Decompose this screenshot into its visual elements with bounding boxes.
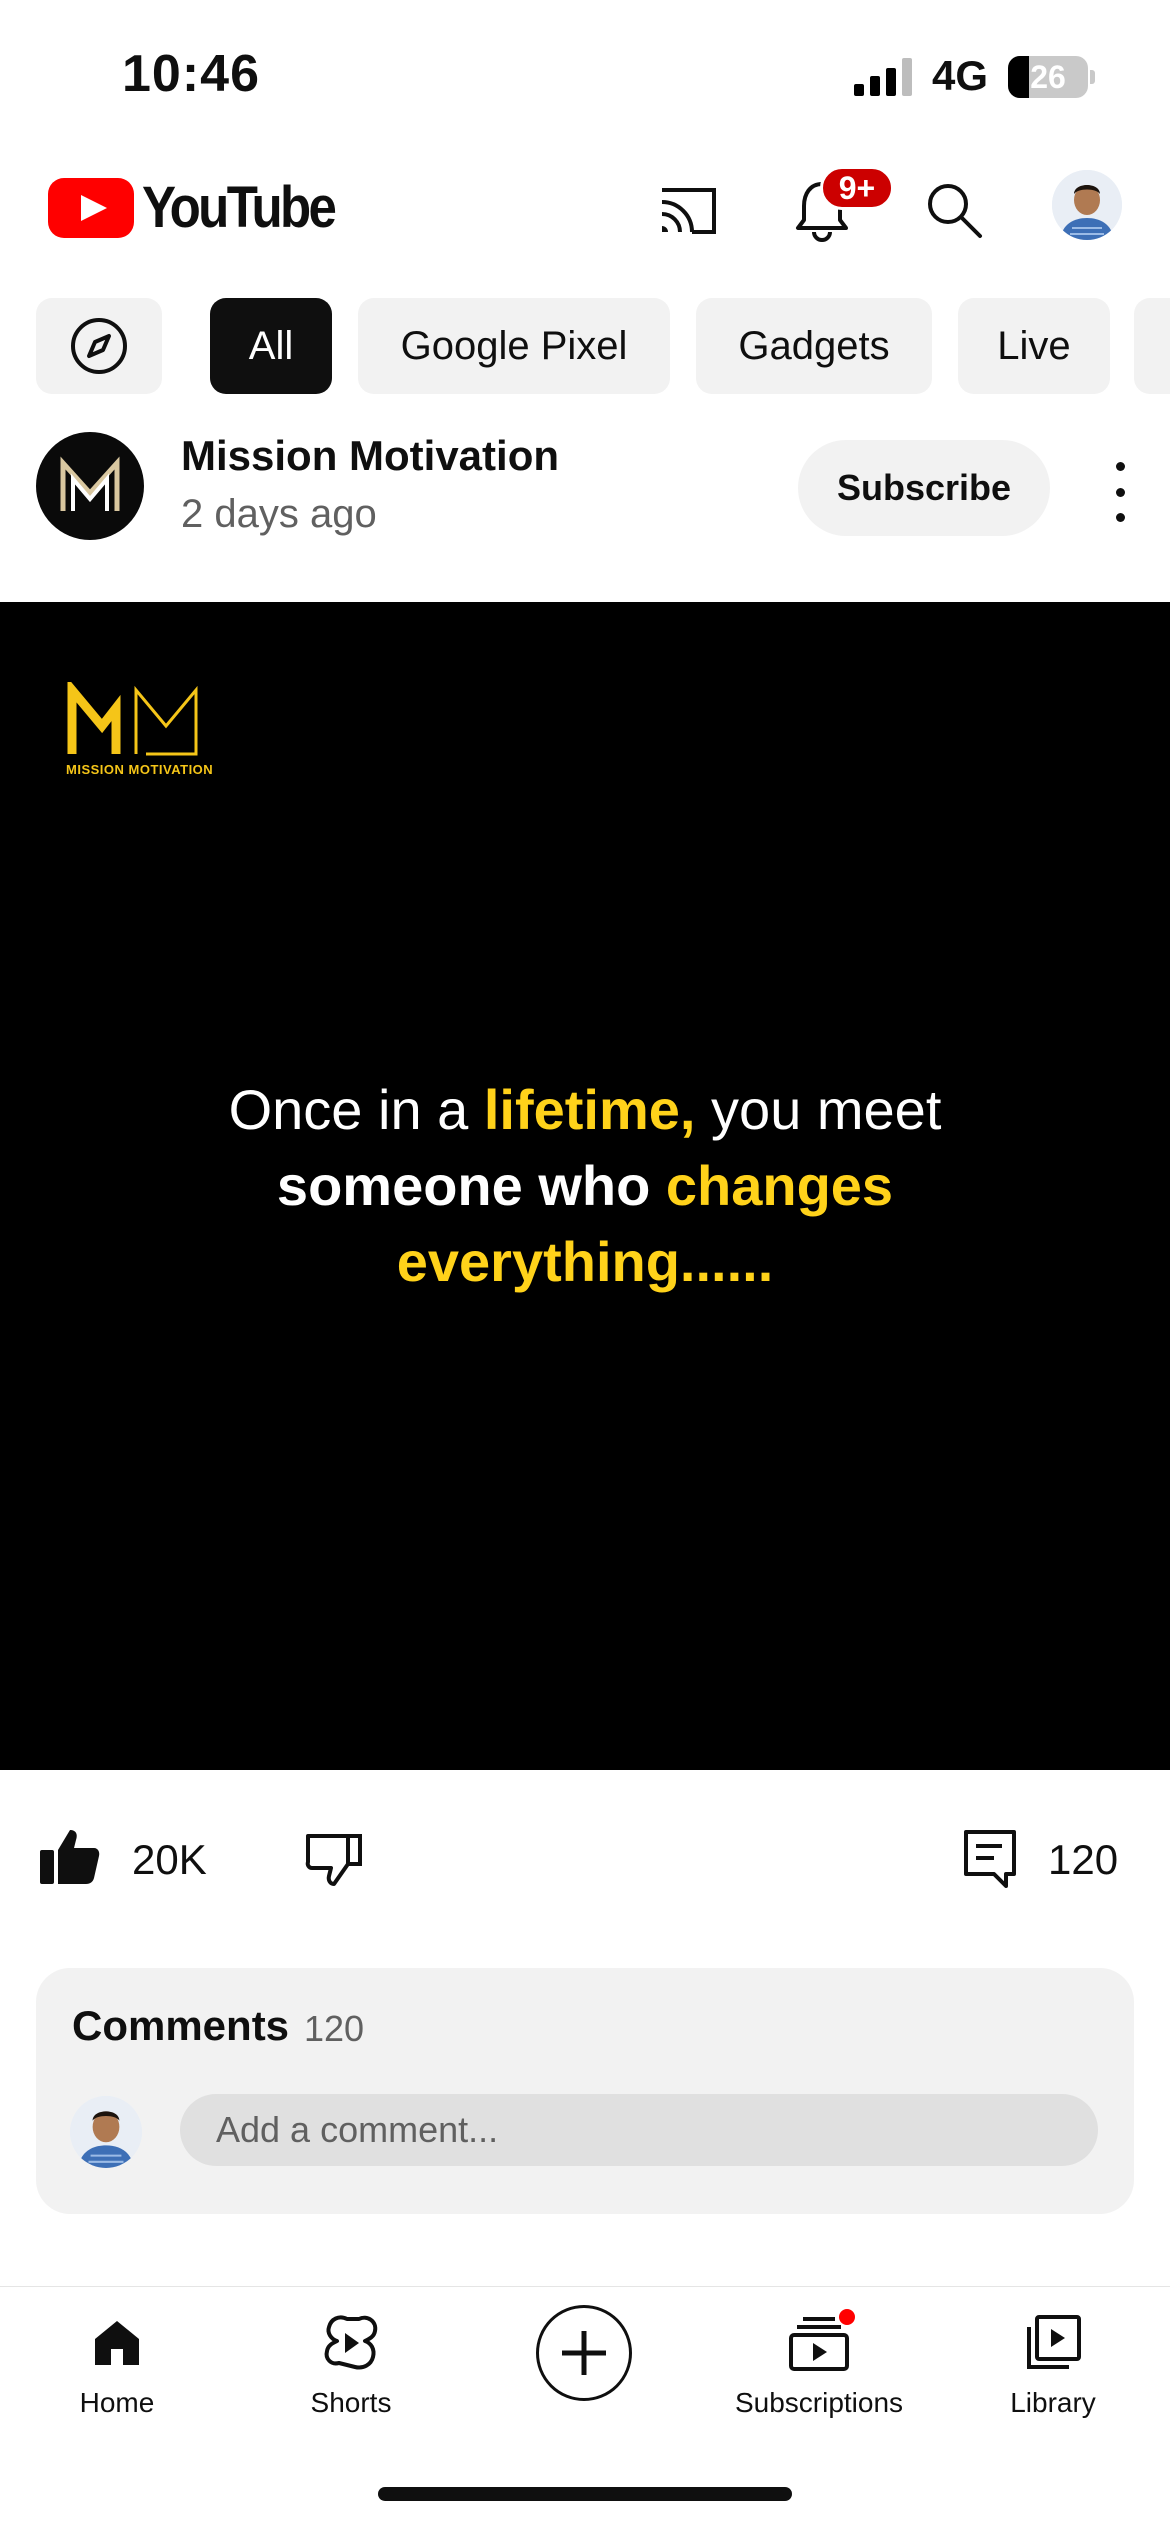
search-icon[interactable] [918,174,990,246]
home-icon [85,2311,149,2375]
cast-icon[interactable] [652,174,724,246]
shorts-icon [319,2311,383,2375]
quote-line-2: someone who changes [276,1154,894,1217]
battery-icon: 26 [1008,56,1088,98]
network-type: 4G [932,52,989,99]
dislike-icon[interactable] [304,1830,364,1893]
user-avatar [70,2096,142,2168]
mission-motivation-logo [67,682,198,756]
youtube-play-icon [48,177,134,238]
post-channel-row: Mission Motivation 2 days ago Subscribe [0,430,1170,570]
like-count: 20K [132,1836,207,1883]
create-plus-icon[interactable] [536,2305,632,2401]
new-content-dot [837,2307,857,2327]
comment-count[interactable]: 120 [1048,1836,1118,1884]
chip-partial[interactable] [1134,298,1170,394]
nav-library[interactable]: Library [936,2311,1170,2419]
nav-shorts[interactable]: Shorts [234,2311,468,2419]
channel-name[interactable]: Mission Motivation [181,432,559,480]
quote-text: Once in a lifetime, you meet someone who… [0,1072,1170,1300]
library-icon [1021,2311,1085,2375]
app-header: YouTube 9+ [0,150,1170,270]
cellular-signal-icon [854,58,914,96]
battery-tip [1090,70,1095,84]
nav-subscriptions[interactable]: Subscriptions [702,2307,936,2419]
subscribe-button[interactable]: Subscribe [798,440,1050,536]
logo-caption: MISSION MOTIVATION [66,762,214,777]
battery-level: 26 [1030,58,1066,95]
chip-all[interactable]: All [210,298,332,394]
comments-icon[interactable] [962,1828,1018,1895]
subscriptions-icon [787,2307,857,2375]
status-time: 10:46 [122,45,260,103]
nav-home[interactable]: Home [0,2311,234,2419]
channel-avatar[interactable] [36,432,144,540]
quote-line-1: Once in a lifetime, you meet [228,1078,942,1141]
comments-section[interactable]: Comments 120 Add a comment... [36,1968,1134,2214]
like-icon[interactable] [38,1826,102,1891]
status-bar: 10:46 4G 26 [0,0,1170,150]
account-avatar[interactable] [1052,170,1122,240]
nav-library-label: Library [1010,2387,1096,2418]
post-actions-bar: 20K 120 [0,1820,1170,1900]
community-post-image[interactable]: MISSION MOTIVATION Once in a lifetime, y… [0,602,1170,1770]
comments-title: Comments [72,2002,290,2049]
add-comment-input[interactable]: Add a comment... [180,2094,1098,2166]
post-timestamp: 2 days ago [181,492,377,536]
quote-line-3: everything...... [396,1230,774,1293]
nav-home-label: Home [79,2387,155,2418]
youtube-wordmark: YouTube [142,175,337,240]
home-indicator[interactable] [378,2487,792,2501]
chip-google-pixel[interactable]: Google Pixel [358,298,670,394]
comments-count: 120 [304,2008,365,2049]
youtube-logo[interactable]: YouTube [48,174,360,241]
chip-live[interactable]: Live [958,298,1110,394]
explore-compass-icon[interactable] [36,298,162,394]
notification-badge: 9+ [820,166,894,210]
nav-subscriptions-label: Subscriptions [734,2387,904,2418]
filter-chips-bar: All Google Pixel Gadgets Live [0,298,1170,396]
chip-gadgets[interactable]: Gadgets [696,298,932,394]
more-options-icon[interactable] [1100,462,1140,522]
nav-shorts-label: Shorts [310,2387,392,2418]
